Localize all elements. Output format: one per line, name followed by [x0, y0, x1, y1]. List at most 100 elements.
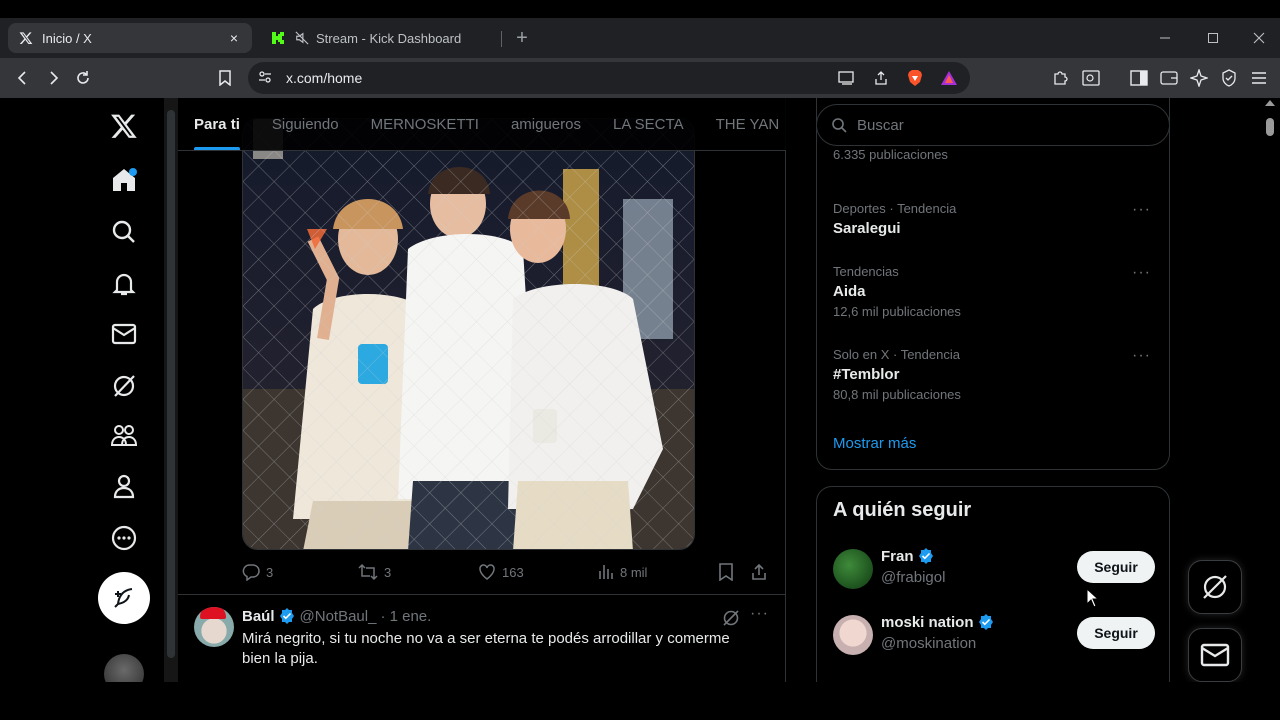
- author-name[interactable]: Baúl: [242, 608, 275, 625]
- follow-button[interactable]: Seguir: [1077, 551, 1155, 583]
- repost-icon: [358, 563, 378, 581]
- account-avatar[interactable]: [833, 549, 873, 589]
- sidebar-toggle-icon[interactable]: [1124, 63, 1154, 93]
- tab-siguiendo[interactable]: Siguiendo: [256, 98, 355, 150]
- trend-item[interactable]: Deportes · Tendencia Saralegui ···: [833, 201, 1153, 237]
- close-window-icon[interactable]: [1236, 18, 1280, 58]
- tab-the-yan[interactable]: THE YAN: [700, 98, 786, 150]
- scrollbar-thumb[interactable]: [1266, 118, 1274, 136]
- tab-separator: [501, 31, 502, 47]
- trend-name: #Temblor: [833, 366, 900, 383]
- maximize-icon[interactable]: [1190, 18, 1236, 58]
- tab-title: Stream - Kick Dashboard: [316, 30, 462, 46]
- leo-ai-icon[interactable]: [1184, 63, 1214, 93]
- search-icon[interactable]: [94, 210, 154, 254]
- browser-tab-kick[interactable]: Stream - Kick Dashboard: [260, 23, 502, 53]
- x-logo-icon[interactable]: [94, 104, 154, 148]
- share-button[interactable]: [750, 560, 768, 584]
- account-avatar[interactable]: [833, 615, 873, 655]
- tab-amigueros[interactable]: amigueros: [495, 98, 597, 150]
- brave-rewards-icon[interactable]: [936, 65, 962, 91]
- browser-tab-x[interactable]: Inicio / X ×: [8, 23, 252, 53]
- brave-shields-icon[interactable]: [902, 65, 928, 91]
- address-bar[interactable]: x.com/home: [248, 62, 970, 94]
- feed-scrollbar[interactable]: [164, 98, 178, 682]
- menu-icon[interactable]: [1244, 63, 1274, 93]
- follow-button[interactable]: Seguir: [1077, 617, 1155, 649]
- verified-badge-icon: [917, 547, 935, 565]
- screen-bottom-border: [0, 682, 1280, 720]
- more-options-icon[interactable]: [94, 516, 154, 560]
- grok-floating-button[interactable]: [1188, 560, 1242, 614]
- muted-speaker-icon[interactable]: [294, 30, 310, 46]
- forward-icon[interactable]: [38, 63, 68, 93]
- screen-top-border: [0, 0, 1280, 18]
- tab-para-ti[interactable]: Para ti: [178, 98, 256, 150]
- trend-item[interactable]: Tendencias Aida 12,6 mil publicaciones ·…: [833, 264, 1153, 319]
- grok-icon[interactable]: [94, 364, 154, 408]
- home-icon[interactable]: [94, 158, 154, 202]
- reply-count: 3: [266, 564, 274, 580]
- suggested-account[interactable]: Fran @frabigol Seguir: [833, 547, 1155, 595]
- reply-button[interactable]: 3: [242, 560, 273, 584]
- messages-envelope-icon[interactable]: [94, 312, 154, 356]
- reader-mode-icon[interactable]: [1076, 63, 1106, 93]
- trend-more-icon[interactable]: ···: [1132, 201, 1151, 219]
- search-placeholder: Buscar: [857, 116, 904, 134]
- compose-post-button[interactable]: [98, 572, 150, 624]
- trend-count: 80,8 mil publicaciones: [833, 387, 961, 402]
- notifications-bell-icon[interactable]: [94, 262, 154, 306]
- views-button[interactable]: 8 mil: [598, 560, 647, 584]
- reply-icon: [242, 564, 260, 581]
- who-to-follow-panel: A quién seguir Fran @frabigol Seguir mos…: [816, 486, 1170, 682]
- wallet-icon[interactable]: [1154, 63, 1184, 93]
- back-icon[interactable]: [8, 63, 38, 93]
- post-avatar[interactable]: [194, 607, 234, 647]
- views-count: 8 mil: [620, 564, 648, 580]
- tab-la-secta[interactable]: LA SECTA: [597, 98, 700, 150]
- close-tab-icon[interactable]: ×: [226, 30, 242, 46]
- account-name[interactable]: Fran: [881, 547, 935, 565]
- trend-more-icon[interactable]: ···: [1132, 347, 1151, 365]
- communities-icon[interactable]: [94, 414, 154, 458]
- trend-more-icon[interactable]: ···: [1132, 264, 1151, 282]
- minimize-icon[interactable]: [1142, 18, 1188, 58]
- post-notbaul[interactable]: Baúl @NotBaul_ · 1 ene. ··· Mirá negrito…: [178, 595, 786, 682]
- cast-icon[interactable]: [834, 65, 860, 91]
- account-avatar[interactable]: [104, 654, 144, 682]
- reload-icon[interactable]: [68, 63, 98, 93]
- like-button[interactable]: 163: [478, 560, 524, 584]
- search-input[interactable]: Buscar: [816, 104, 1170, 146]
- x-page: Para ti Siguiendo MERNOSKETTI amigueros …: [4, 98, 1262, 682]
- trend-item[interactable]: Solo en X · Tendencia #Temblor 80,8 mil …: [833, 347, 1153, 402]
- author-handle[interactable]: @NotBaul_: [300, 608, 377, 625]
- extensions-icon[interactable]: [1046, 63, 1076, 93]
- browser-tab-bar: Inicio / X × Stream - Kick Dashboard +: [0, 18, 1280, 58]
- envelope-icon: [1200, 643, 1230, 667]
- messages-floating-button[interactable]: [1188, 628, 1242, 682]
- repost-button[interactable]: 3: [358, 560, 391, 584]
- new-tab-button[interactable]: +: [508, 24, 536, 52]
- vpn-shield-icon[interactable]: [1214, 63, 1244, 93]
- account-name[interactable]: moski nation: [881, 613, 995, 631]
- right-sidebar: 6.335 publicaciones Deportes · Tendencia…: [816, 98, 1170, 682]
- share-icon[interactable]: [868, 65, 894, 91]
- like-count: 163: [502, 564, 524, 580]
- suggested-account[interactable]: moski nation @moskination Seguir: [833, 613, 1155, 661]
- scroll-up-arrow-icon[interactable]: [1265, 100, 1275, 106]
- profile-icon[interactable]: [94, 464, 154, 508]
- page-scrollbar[interactable]: [1262, 98, 1278, 682]
- scrollbar-thumb[interactable]: [167, 110, 175, 658]
- more-options-icon[interactable]: ···: [750, 605, 769, 623]
- show-more-link[interactable]: Mostrar más: [833, 435, 916, 452]
- bookmark-page-icon[interactable]: [210, 63, 240, 93]
- trend-meta: Solo en X · Tendencia: [833, 347, 960, 362]
- post-actions: 3 3 163 8 mil: [242, 560, 772, 584]
- post-header: Baúl @NotBaul_ · 1 ene.: [242, 607, 431, 625]
- post-image[interactable]: [242, 118, 695, 550]
- post-time[interactable]: · 1 ene.: [380, 608, 431, 625]
- tab-mernosketti[interactable]: MERNOSKETTI: [355, 98, 495, 150]
- site-settings-icon[interactable]: [258, 70, 272, 87]
- trend-name: Saralegui: [833, 220, 901, 237]
- bookmark-button[interactable]: [718, 560, 734, 584]
